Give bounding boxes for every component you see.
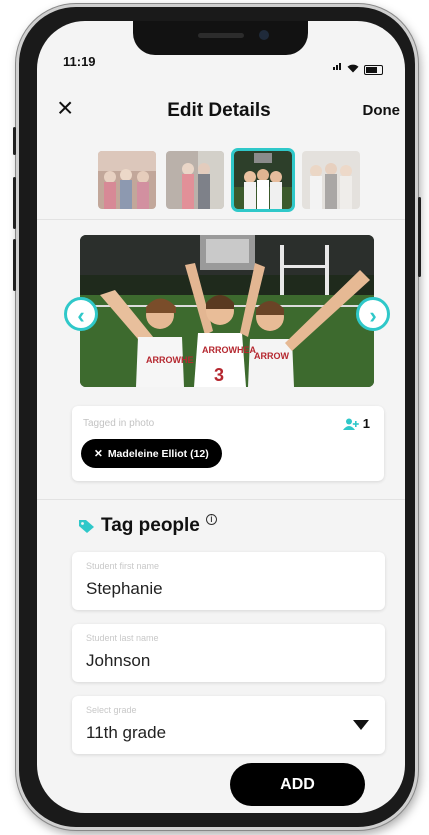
signal-icon bbox=[333, 57, 342, 75]
tag-count-value: 1 bbox=[362, 416, 370, 431]
photo-thumbnail-3[interactable] bbox=[231, 148, 295, 212]
person-add-icon bbox=[342, 418, 359, 430]
info-icon[interactable]: i bbox=[205, 513, 217, 525]
tag-people-title: Tag people bbox=[101, 515, 200, 536]
last-name-value[interactable]: Johnson bbox=[86, 651, 150, 671]
photo-thumbnail-4[interactable] bbox=[302, 151, 360, 209]
svg-text:ARROW: ARROW bbox=[254, 351, 289, 361]
wifi-icon bbox=[347, 64, 359, 75]
close-icon[interactable]: ✕ bbox=[94, 448, 103, 460]
first-name-placeholder: Student first name bbox=[86, 561, 160, 571]
tagged-label: Tagged in photo bbox=[83, 418, 155, 429]
tagged-in-photo-card: Tagged in photo 1 ✕ Madeleine Elliot (12… bbox=[72, 406, 384, 481]
chevron-left-icon: ‹ bbox=[77, 303, 85, 328]
divider bbox=[37, 219, 405, 220]
header: × Edit Details Done bbox=[37, 93, 405, 133]
grade-placeholder: Select grade bbox=[86, 705, 137, 715]
grade-select[interactable]: Select grade 11th grade bbox=[72, 696, 385, 754]
done-button[interactable]: Done bbox=[363, 102, 401, 119]
thumbnail-strip bbox=[98, 148, 360, 212]
svg-text:ARROWHEA: ARROWHEA bbox=[202, 345, 256, 355]
grade-value: 11th grade bbox=[86, 723, 167, 742]
next-photo-button[interactable]: › bbox=[356, 297, 390, 331]
tag-people-heading: Tag people i bbox=[78, 513, 217, 537]
last-name-field[interactable]: Student last name Johnson bbox=[72, 624, 385, 682]
app-screen: 11:19 × Edit Details Done 3 ARROWHE ARRO… bbox=[37, 21, 405, 813]
status-time: 11:19 bbox=[63, 54, 96, 69]
chevron-right-icon: › bbox=[369, 303, 377, 328]
photo-thumbnail-2[interactable] bbox=[166, 151, 224, 209]
tagged-person-name: Madeleine Elliot (12) bbox=[107, 447, 209, 460]
divider bbox=[37, 499, 405, 500]
first-name-value[interactable]: Stephanie bbox=[86, 579, 163, 599]
battery-icon bbox=[364, 65, 383, 75]
notch bbox=[133, 21, 308, 55]
page-title: Edit Details bbox=[167, 100, 271, 121]
first-name-field[interactable]: Student first name Stephanie bbox=[72, 552, 385, 610]
tagged-person-chip[interactable]: ✕ Madeleine Elliot (12) bbox=[81, 439, 222, 468]
photo-thumbnail-1[interactable] bbox=[98, 151, 156, 209]
tag-count: 1 bbox=[342, 416, 370, 431]
svg-text:3: 3 bbox=[214, 365, 224, 385]
chevron-down-icon[interactable] bbox=[353, 720, 369, 730]
tag-icon bbox=[79, 519, 94, 533]
previous-photo-button[interactable]: ‹ bbox=[64, 297, 98, 331]
status-icons bbox=[333, 57, 383, 75]
last-name-placeholder: Student last name bbox=[86, 633, 159, 643]
svg-text:ARROWHE: ARROWHE bbox=[146, 355, 194, 365]
featured-photo: 3 ARROWHE ARROWHEA ARROW bbox=[80, 235, 374, 387]
add-button[interactable]: ADD bbox=[230, 763, 365, 806]
